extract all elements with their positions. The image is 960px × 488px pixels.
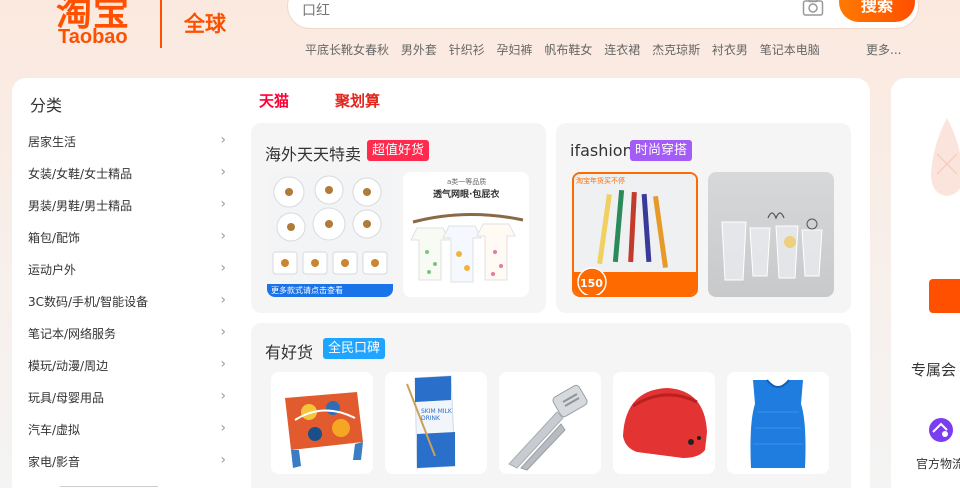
category-label: 玩具/母婴用品 <box>28 391 105 405</box>
category-label: 家电/影音 <box>28 455 81 469</box>
vest-image[interactable] <box>727 372 829 474</box>
main-card: 分类 居家生活 › 女装/女鞋/女士精品 › 男装/男鞋/男士精品 › 箱包/配饰 › … <box>12 78 870 488</box>
category-item[interactable]: 箱包/配饰 › <box>28 222 226 254</box>
hot-words: 平底长靴女春秋 男外套 针织衫 孕妇裤 帆布鞋女 连衣裙 杰克琼斯 衬衣男 笔记… <box>305 41 828 59</box>
overseas-panel[interactable]: 海外天天特卖 超值好货 更多款式请点击查看 a类一等品质 透气网眼·包屁衣 <box>251 123 546 313</box>
chevron-right-icon: › <box>220 292 226 308</box>
category-label: 箱包/配饰 <box>28 231 81 245</box>
goods-tag: 全民口碑 <box>323 338 386 359</box>
milk-drink-image[interactable]: SKIM MILK DRINK <box>385 372 487 474</box>
helmet-image[interactable] <box>613 372 715 474</box>
milk-label: SKIM MILK DRINK <box>421 408 452 422</box>
hot-word[interactable]: 平底长靴女春秋 <box>305 43 389 57</box>
category-label: 笔记本/网络服务 <box>28 327 117 341</box>
category-item[interactable]: 模玩/动漫/周边 › <box>28 350 226 382</box>
chevron-right-icon: › <box>220 420 226 436</box>
logistics-label: 官方物流 <box>916 457 960 471</box>
category-item[interactable]: 汽车/虚拟 › <box>28 414 226 446</box>
nutcracker-image[interactable] <box>499 372 601 474</box>
search-input[interactable] <box>302 0 782 22</box>
lamp-holders-image[interactable]: 更多款式请点击查看 <box>267 172 393 297</box>
pen-price: 150 <box>580 277 603 290</box>
camera-icon[interactable] <box>802 0 824 17</box>
hot-word[interactable]: 杰克琼斯 <box>652 43 700 57</box>
chevron-right-icon: › <box>220 228 226 244</box>
chevron-right-icon: › <box>220 388 226 404</box>
logistics-icon[interactable] <box>927 416 955 444</box>
chevron-right-icon: › <box>220 196 226 212</box>
category-item[interactable]: 玩具/母婴用品 › <box>28 382 226 414</box>
glass-cups-image[interactable] <box>708 172 834 297</box>
category-item[interactable]: 女装/女鞋/女士精品 › <box>28 158 226 190</box>
chevron-right-icon: › <box>220 260 226 276</box>
hot-word[interactable]: 帆布鞋女 <box>544 43 592 57</box>
category-label: 模玩/动漫/周边 <box>28 359 109 373</box>
global-label[interactable]: 全球 <box>184 8 226 38</box>
category-divider <box>60 486 158 487</box>
search-button[interactable]: 搜索 <box>839 0 915 22</box>
logo-en-text: Taobao <box>58 26 128 48</box>
category-item[interactable]: 运动户外 › <box>28 254 226 286</box>
chevron-right-icon: › <box>220 324 226 340</box>
category-title: 分类 <box>30 96 63 115</box>
category-label: 3C数码/手机/智能设备 <box>28 295 149 309</box>
category-label: 运动户外 <box>28 263 77 277</box>
goods-title: 有好货 <box>265 343 314 362</box>
tablecloth-image[interactable] <box>271 372 373 474</box>
vase-image[interactable] <box>927 114 960 210</box>
category-item[interactable]: 男装/男鞋/男士精品 › <box>28 190 226 222</box>
chevron-right-icon: › <box>220 452 226 468</box>
hot-word[interactable]: 连衣裙 <box>604 43 640 57</box>
exclusive-label: 专属会 <box>911 361 957 379</box>
right-card: 专属会 官方物流 <box>891 78 960 488</box>
chevron-right-icon: › <box>220 164 226 180</box>
lamp-banner-text: 更多款式请点击查看 <box>271 286 343 295</box>
pen-banner-text: 淘宝年货买不停 <box>576 177 625 185</box>
category-item[interactable]: 笔记本/网络服务 › <box>28 318 226 350</box>
category-label: 汽车/虚拟 <box>28 423 81 437</box>
category-item[interactable]: 家电/影音 › <box>28 446 226 478</box>
goods-panel[interactable]: 有好货 全民口碑 SKIM MILK DRINK <box>251 323 851 488</box>
taobao-logo[interactable]: 淘宝 Taobao <box>56 0 176 54</box>
hot-word[interactable]: 男外套 <box>401 43 437 57</box>
category-item[interactable]: 3C数码/手机/智能设备 › <box>28 286 226 318</box>
hot-word[interactable]: 针织衫 <box>449 43 485 57</box>
category-item[interactable]: 居家生活 › <box>28 126 226 158</box>
category-label: 男装/男鞋/男士精品 <box>28 199 133 213</box>
hot-word[interactable]: 笔记本电脑 <box>760 43 820 57</box>
tab-juhuasuan[interactable]: 聚划算 <box>335 90 380 111</box>
logo-divider <box>160 0 162 48</box>
overseas-title: 海外天天特卖 <box>265 145 362 164</box>
right-orange-button[interactable] <box>929 279 960 313</box>
search-box: 搜索 <box>288 0 918 28</box>
clothes-top-text: a类一等品质 <box>447 178 487 186</box>
chevron-right-icon: › <box>220 356 226 372</box>
hot-word[interactable]: 衬衣男 <box>712 43 748 57</box>
more-link[interactable]: 更多... <box>866 41 901 58</box>
category-list: 居家生活 › 女装/女鞋/女士精品 › 男装/男鞋/男士精品 › 箱包/配饰 › 运动户… <box>28 126 226 478</box>
category-label: 女装/女鞋/女士精品 <box>28 167 133 181</box>
tab-tmall[interactable]: 天猫 <box>259 90 289 111</box>
hot-word[interactable]: 孕妇裤 <box>497 43 533 57</box>
chevron-right-icon: › <box>220 132 226 148</box>
overseas-tag: 超值好货 <box>367 140 430 161</box>
category-label: 居家生活 <box>28 135 77 149</box>
ifashion-panel[interactable]: ifashion 时尚穿搭 淘宝年货买不停 150 <box>556 123 851 313</box>
ifashion-tag: 时尚穿搭 <box>630 140 693 161</box>
clothes-title-text: 透气网眼·包屁衣 <box>433 190 500 200</box>
ifashion-title: ifashion <box>570 141 633 160</box>
baby-clothes-image[interactable]: a类一等品质 透气网眼·包屁衣 <box>403 172 529 297</box>
pens-image[interactable]: 淘宝年货买不停 150 <box>572 172 698 297</box>
